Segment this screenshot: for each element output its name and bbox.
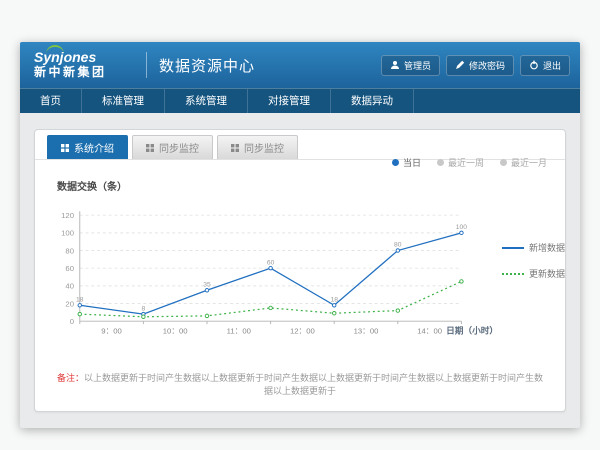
change-password-button[interactable]: 修改密码 <box>446 55 514 76</box>
nav-item-standard-mgmt[interactable]: 标准管理 <box>82 89 165 113</box>
change-password-label: 修改密码 <box>469 59 505 72</box>
app-header: Synjones 新中新集团 数据资源中心 管理员 修改密码 <box>20 42 580 88</box>
admin-button-label: 管理员 <box>404 59 431 72</box>
svg-text:9：00: 9：00 <box>101 327 122 336</box>
series-label: 更新数据 <box>529 267 565 280</box>
power-icon <box>529 60 539 70</box>
svg-text:0: 0 <box>70 317 74 326</box>
logout-label: 退出 <box>543 59 561 72</box>
legend-label: 当日 <box>403 156 421 169</box>
user-icon <box>390 60 400 70</box>
nav-item-home[interactable]: 首页 <box>20 89 82 113</box>
legend-new-data[interactable]: 新增数据 <box>502 241 565 254</box>
svg-text:100: 100 <box>456 224 467 231</box>
app-window: Synjones 新中新集团 数据资源中心 管理员 修改密码 <box>20 42 580 428</box>
tab-label: 同步监控 <box>244 140 284 155</box>
main-panel: 系统介绍 同步监控 同步监控 <box>34 129 566 412</box>
tab-sync-monitor-2[interactable]: 同步监控 <box>217 135 298 159</box>
svg-text:12：00: 12：00 <box>290 327 315 336</box>
page-background: { "header": { "logo_text": "Synjones", "… <box>0 0 600 450</box>
footnote: 备注：以上数据更新于时间产生数据以上数据更新于时间产生数据以上数据更新于时间产生… <box>35 371 565 397</box>
svg-text:80: 80 <box>394 242 402 249</box>
svg-text:13：00: 13：00 <box>354 327 379 336</box>
svg-text:11：00: 11：00 <box>227 327 251 336</box>
legend-label: 最近一周 <box>448 156 484 169</box>
legend-label: 最近一月 <box>511 156 547 169</box>
svg-text:35: 35 <box>203 281 211 288</box>
tab-system-intro[interactable]: 系统介绍 <box>47 135 128 159</box>
svg-text:8: 8 <box>142 305 146 312</box>
line-chart: 0 20 40 60 80 100 120 9：00 10：00 11：00 12：00 13：00 1… <box>47 197 500 349</box>
svg-text:60: 60 <box>65 264 74 273</box>
svg-text:10：00: 10：00 <box>163 327 188 336</box>
svg-text:40: 40 <box>65 282 74 291</box>
grid-icon <box>146 144 154 152</box>
edit-icon <box>455 60 465 70</box>
nav-item-system-mgmt[interactable]: 系统管理 <box>165 89 248 113</box>
legend-dot-icon <box>500 159 507 166</box>
tab-sync-monitor-1[interactable]: 同步监控 <box>132 135 213 159</box>
content-area: 系统介绍 同步监控 同步监控 <box>20 113 580 412</box>
logo-subtext: 新中新集团 <box>34 65 134 80</box>
legend-last-month[interactable]: 最近一月 <box>500 156 547 169</box>
logo: Synjones 新中新集团 <box>30 50 134 80</box>
legend-update-data[interactable]: 更新数据 <box>502 267 565 280</box>
main-nav: 首页 标准管理 系统管理 对接管理 数据异动 <box>20 88 580 113</box>
nav-item-data-change[interactable]: 数据异动 <box>331 89 414 113</box>
header-actions: 管理员 修改密码 退出 <box>381 55 570 76</box>
chart-series-legend: 新增数据 更新数据 <box>502 241 565 280</box>
series-label: 新增数据 <box>529 241 565 254</box>
svg-text:18: 18 <box>76 296 84 303</box>
svg-text:80: 80 <box>65 246 74 255</box>
svg-text:120: 120 <box>61 211 74 220</box>
svg-text:100: 100 <box>61 229 74 238</box>
tab-label: 系统介绍 <box>74 140 114 155</box>
legend-dot-icon <box>392 159 399 166</box>
grid-icon <box>61 144 69 152</box>
grid-icon <box>231 144 239 152</box>
chart-container: 0 20 40 60 80 100 120 9：00 10：00 11：00 12：00 13：00 1… <box>35 197 565 349</box>
logout-button[interactable]: 退出 <box>520 55 570 76</box>
dotted-line-icon <box>502 273 524 275</box>
header-divider <box>146 52 147 78</box>
legend-today[interactable]: 当日 <box>392 156 421 169</box>
solid-line-icon <box>502 247 524 249</box>
tab-label: 同步监控 <box>159 140 199 155</box>
footnote-text: 以上数据更新于时间产生数据以上数据更新于时间产生数据以上数据更新于时间产生数据以… <box>84 373 543 396</box>
svg-text:60: 60 <box>267 259 275 266</box>
page-title: 数据资源中心 <box>159 55 255 76</box>
legend-dot-icon <box>437 159 444 166</box>
svg-text:18: 18 <box>330 296 338 303</box>
svg-text:14：00: 14：00 <box>417 327 442 336</box>
nav-item-interface-mgmt[interactable]: 对接管理 <box>248 89 331 113</box>
chart-y-axis-title: 数据交换（条） <box>57 178 565 193</box>
admin-button[interactable]: 管理员 <box>381 55 440 76</box>
svg-text:20: 20 <box>65 299 74 308</box>
footnote-prefix: 备注： <box>57 373 84 383</box>
svg-text:日期（小时）: 日期（小时） <box>446 325 498 336</box>
legend-last-week[interactable]: 最近一周 <box>437 156 484 169</box>
logo-leaf-icon <box>46 45 64 54</box>
chart-period-legend: 当日 最近一周 最近一月 <box>392 156 547 169</box>
